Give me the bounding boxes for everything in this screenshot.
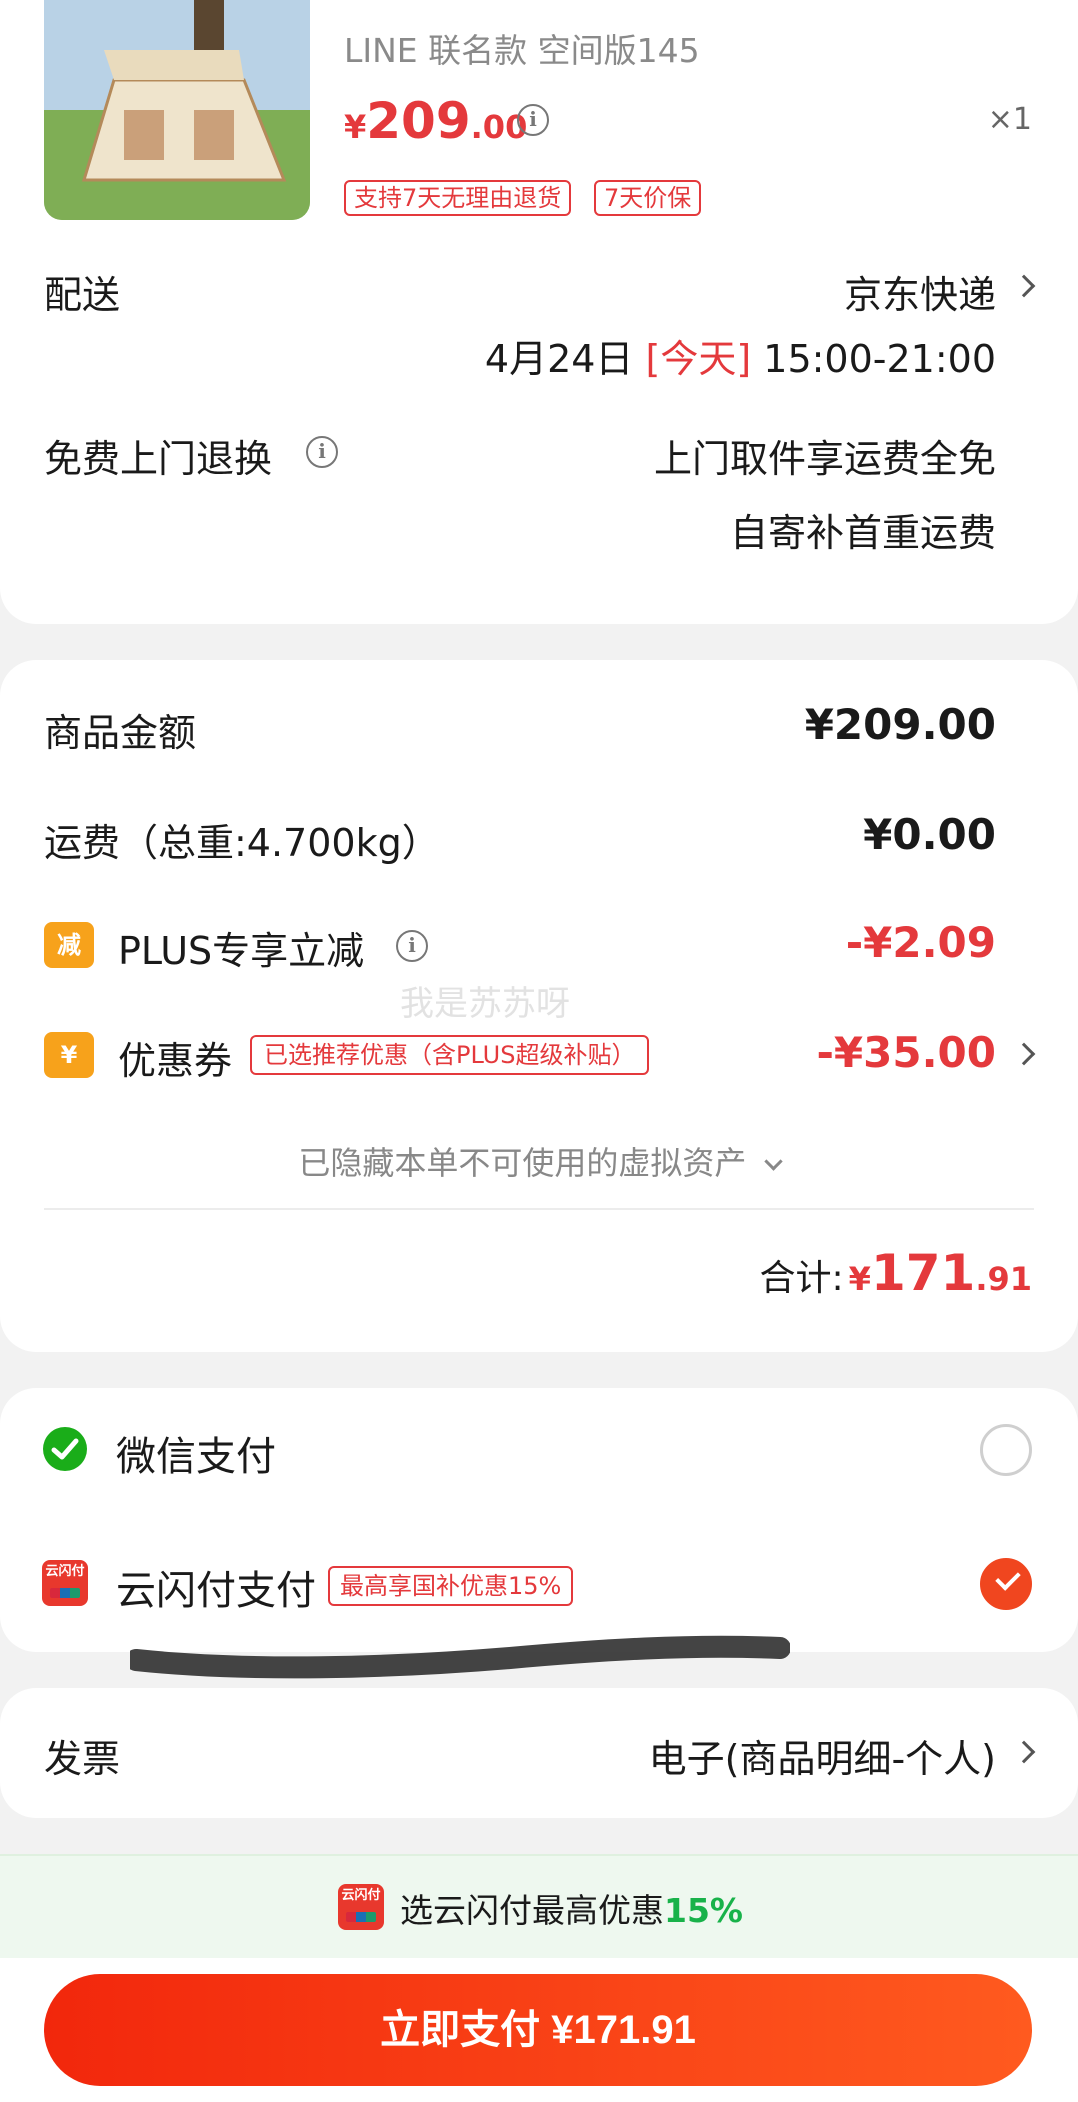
shipping-label: 运费（总重:4.700kg） (44, 821, 440, 865)
redaction-scribble (130, 1635, 790, 1679)
plus-discount-label: PLUS专享立减 (118, 929, 365, 973)
delivery-carrier[interactable]: 京东快递 (844, 264, 996, 319)
free-return-label: 免费上门退换 (44, 437, 273, 481)
wechat-pay-icon (43, 1427, 87, 1471)
watermark: 我是苏苏呀 (400, 984, 570, 1024)
price-summary-card: 商品金额 ¥209.00 运费（总重:4.700kg） ¥0.00 减 PLUS… (0, 660, 1078, 1352)
order-item-card: LINE 联名款 空间版145 ¥209.00 i ×1 支持7天无理由退货 7… (0, 0, 1078, 624)
coupon-icon: ¥ (44, 1032, 94, 1078)
quantity: ×1 (987, 102, 1032, 137)
goods-amount-label: 商品金额 (44, 711, 197, 755)
product-subtitle: LINE 联名款 空间版145 (344, 31, 700, 70)
delivery-label: 配送 (44, 273, 121, 317)
hidden-assets-toggle[interactable]: 已隐藏本单不可使用的虚拟资产 (0, 1138, 1078, 1184)
product-price: ¥209.00 (344, 92, 528, 150)
return-policy-tag: 支持7天无理由退货 (344, 180, 572, 216)
wechat-pay-label: 微信支付 (116, 1434, 276, 1480)
invoice-value[interactable]: 电子(商品明细-个人) (649, 1728, 996, 1783)
order-total: 合计: ¥171.91 (759, 1244, 1032, 1302)
invoice-card[interactable]: 发票 电子(商品明细-个人) (0, 1688, 1078, 1818)
divider (44, 1208, 1034, 1210)
chevron-down-icon (763, 1152, 783, 1171)
chevron-right-icon[interactable] (1012, 1740, 1036, 1764)
unionpay-quickpass-icon: 云闪付 (338, 1884, 384, 1930)
wechat-pay-radio[interactable] (980, 1424, 1032, 1476)
chevron-right-icon[interactable] (1012, 1042, 1036, 1066)
promo-text: 选云闪付最高优惠15% (400, 1891, 743, 1930)
plus-discount-value: -¥2.09 (845, 918, 996, 967)
plus-info-icon[interactable]: i (396, 930, 428, 962)
return-info-icon[interactable]: i (306, 436, 338, 468)
invoice-label: 发票 (44, 1737, 121, 1781)
unionpay-label: 云闪付支付 (116, 1568, 316, 1614)
bottom-action-bar: 立即支付 ¥171.91 (0, 1958, 1078, 2102)
payment-method-card: 微信支付 云闪付 云闪付支付 最高享国补优惠15% (0, 1388, 1078, 1652)
price-protection-tag: 7天价保 (594, 180, 702, 216)
goods-amount-value: ¥209.00 (804, 700, 996, 749)
product-thumbnail[interactable] (44, 0, 310, 220)
plus-discount-icon: 减 (44, 922, 94, 968)
unionpay-radio-checked[interactable] (980, 1558, 1032, 1610)
pay-now-button[interactable]: 立即支付 ¥171.91 (44, 1974, 1032, 2086)
unionpay-promo-tag: 最高享国补优惠15% (328, 1566, 574, 1606)
delivery-time: 4月24日 [今天] 15:00-21:00 (484, 337, 996, 381)
price-info-icon[interactable]: i (517, 104, 549, 136)
unionpay-promo-banner[interactable]: 云闪付 选云闪付最高优惠15% (0, 1854, 1078, 1958)
return-self-ship-text: 自寄补首重运费 (729, 511, 996, 555)
shipping-value: ¥0.00 (863, 810, 996, 859)
return-pickup-text: 上门取件享运费全免 (653, 437, 996, 481)
coupon-label[interactable]: 优惠券 (118, 1030, 232, 1085)
coupon-value[interactable]: -¥35.00 (816, 1028, 996, 1077)
coupon-recommend-tag[interactable]: 已选推荐优惠（含PLUS超级补贴） (250, 1035, 650, 1075)
chevron-right-icon[interactable] (1012, 274, 1036, 298)
unionpay-quickpass-icon: 云闪付 (42, 1560, 88, 1606)
